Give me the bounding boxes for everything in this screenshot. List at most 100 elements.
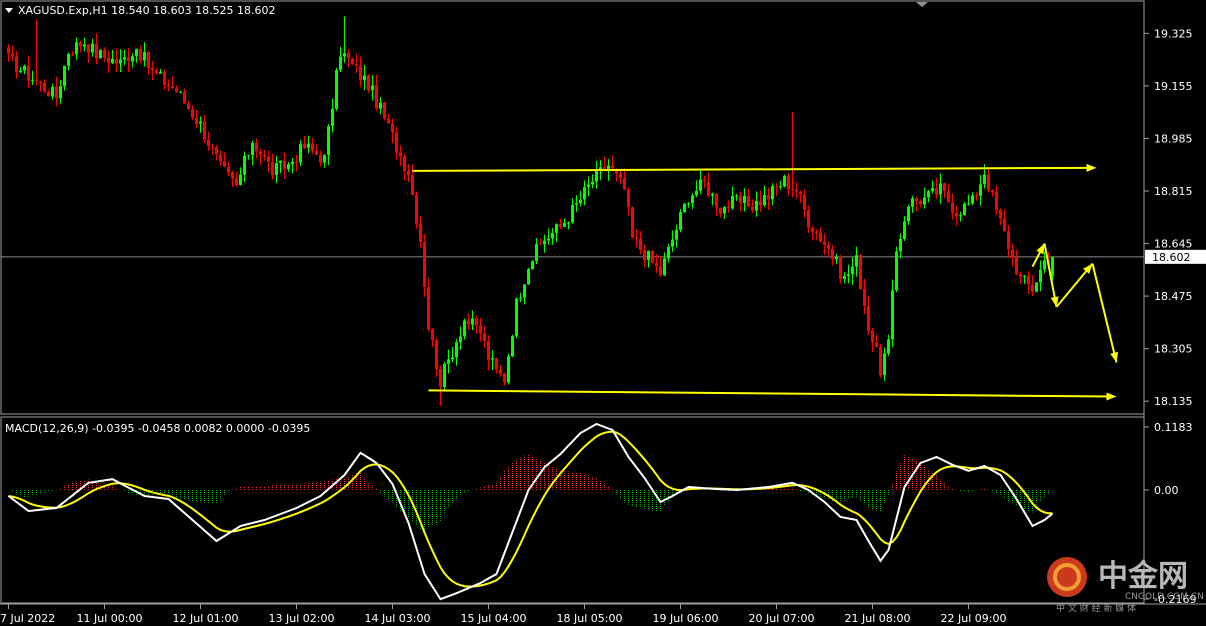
candle-body xyxy=(43,82,46,92)
candle-body xyxy=(707,181,710,196)
projection-arrowhead xyxy=(1036,243,1045,255)
candle-body xyxy=(699,179,702,191)
candle-body xyxy=(99,49,102,59)
candle-body xyxy=(543,240,546,245)
candle-body xyxy=(703,179,706,182)
candle-body xyxy=(775,186,778,188)
watermark-url: CNGOLD.COM.CN xyxy=(1125,592,1204,602)
candle-body xyxy=(395,132,398,153)
candle-body xyxy=(347,53,350,59)
candle-body xyxy=(483,333,486,342)
candle-body xyxy=(979,184,982,196)
candle-body xyxy=(887,339,890,354)
candle-body xyxy=(287,164,290,170)
candle-body xyxy=(339,56,342,71)
candle-body xyxy=(147,51,150,68)
time-axis: 7 Jul 2022 11 Jul 00:00 12 Jul 01:00 13 Jul… xyxy=(0,604,1006,625)
candle-body xyxy=(555,224,558,233)
candle-body xyxy=(491,358,494,360)
candle-body xyxy=(847,274,850,277)
candle-body xyxy=(955,212,958,217)
candle-body xyxy=(663,258,666,276)
candle-body xyxy=(1019,274,1022,277)
chart-shift-marker-icon[interactable] xyxy=(916,2,928,7)
candle-body xyxy=(367,75,370,91)
macd-pane-frame xyxy=(0,416,1145,604)
candle-body xyxy=(827,244,830,249)
candle-body xyxy=(651,250,654,263)
projection-segment xyxy=(1091,263,1118,363)
chart-root[interactable]: XAGUSD.Exp,H1 18.540 18.603 18.525 18.60… xyxy=(0,0,1206,626)
candle-body xyxy=(343,53,346,57)
time-tick-label: 7 Jul 2022 xyxy=(0,612,55,625)
time-tick-label: 11 Jul 00:00 xyxy=(77,612,143,625)
candle-body xyxy=(311,143,314,151)
candle-body xyxy=(235,178,238,185)
candle-body xyxy=(447,359,450,364)
time-tick-label: 12 Jul 01:00 xyxy=(173,612,239,625)
candle-body xyxy=(595,169,598,182)
candle-body xyxy=(111,58,114,63)
candle-body xyxy=(303,144,306,148)
candle-body xyxy=(939,183,942,195)
candle-body xyxy=(611,165,614,169)
candle-body xyxy=(495,358,498,370)
candle-body xyxy=(767,195,770,200)
candle-body xyxy=(755,200,758,211)
candle-body xyxy=(411,175,414,195)
candle-body xyxy=(843,276,846,279)
candle-body xyxy=(799,191,802,195)
candle-body xyxy=(59,86,62,99)
candle-body xyxy=(839,256,842,279)
candle-body xyxy=(819,232,822,242)
candle-body xyxy=(623,177,626,190)
candle-body xyxy=(335,70,338,109)
candle-body xyxy=(135,48,138,57)
candle-body xyxy=(947,190,950,203)
candle-body xyxy=(355,64,358,66)
candle-body xyxy=(155,69,158,74)
candle-body xyxy=(231,172,234,179)
candle-body xyxy=(935,187,938,195)
candle-body xyxy=(867,306,870,331)
candle-body xyxy=(323,154,326,163)
candle-body xyxy=(859,255,862,290)
candle-body xyxy=(263,154,266,157)
candle-body xyxy=(823,241,826,245)
candle-body xyxy=(903,221,906,239)
candle-body xyxy=(855,255,858,267)
candle-body xyxy=(667,246,670,259)
symbol-menu-triangle-icon[interactable] xyxy=(5,8,13,13)
candle-body xyxy=(751,206,754,211)
candle-body xyxy=(455,342,458,358)
candle-body xyxy=(199,121,202,124)
macd-signal-line xyxy=(8,430,1053,588)
candle-body xyxy=(715,193,718,208)
candle-body xyxy=(679,212,682,230)
candle-body xyxy=(351,58,354,65)
candle-body xyxy=(151,67,154,70)
current-price-label: 18.602 xyxy=(1152,251,1191,264)
candle-body xyxy=(127,57,130,62)
candle-body xyxy=(995,191,998,211)
candle-body xyxy=(223,161,226,167)
candle-body xyxy=(783,175,786,187)
candle-body xyxy=(11,53,14,57)
candle-body xyxy=(67,53,70,66)
candle-body xyxy=(875,342,878,347)
candle-body xyxy=(35,80,38,82)
candle-body xyxy=(143,51,146,61)
watermark-tagline: 中 文 财 经 新 媒 体 xyxy=(1056,602,1136,614)
candle-body xyxy=(1011,249,1014,256)
candle-body xyxy=(459,336,462,343)
candle-body xyxy=(203,121,206,140)
candle-body xyxy=(439,368,442,388)
candle-body xyxy=(255,142,258,152)
candle-body xyxy=(655,262,658,267)
candle-body xyxy=(39,81,42,83)
candle-body xyxy=(467,320,470,325)
support-line-arrowhead xyxy=(1106,392,1117,401)
candle-body xyxy=(183,91,186,104)
candle-body xyxy=(191,109,194,118)
price-axis: 19.325 19.155 18.985 18.815 18.645 18.475 18.3… xyxy=(1144,27,1206,408)
